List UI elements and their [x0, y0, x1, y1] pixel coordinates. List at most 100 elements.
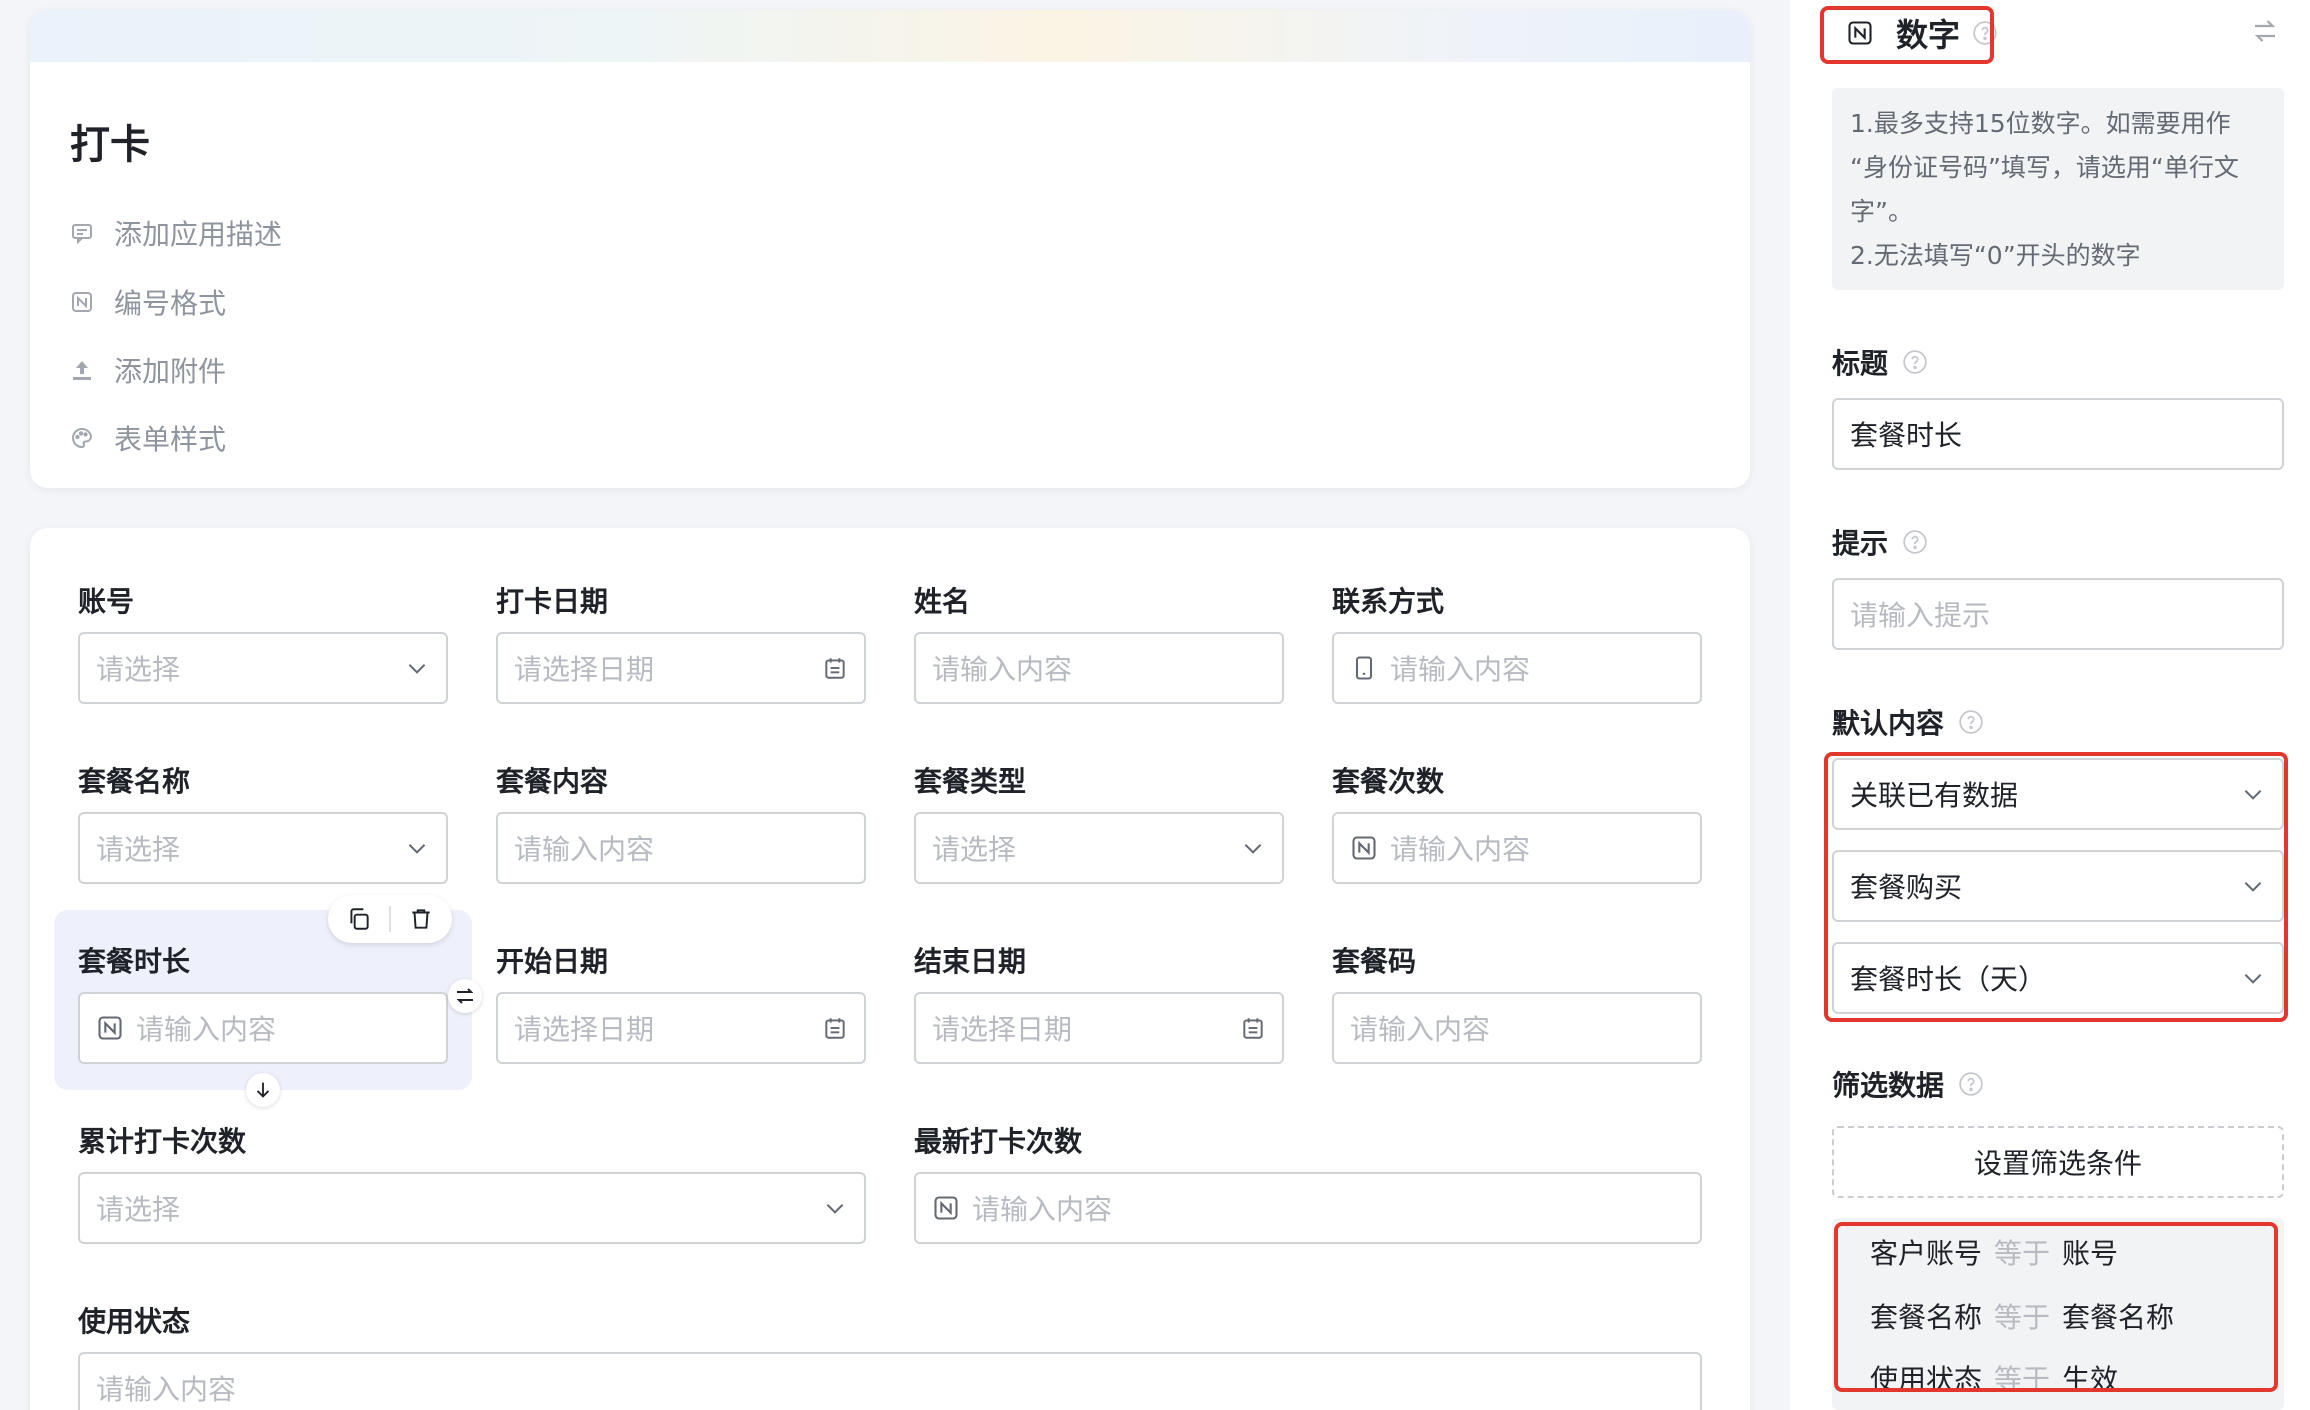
field-label: 套餐码 [1332, 945, 1417, 978]
field-label: 账号 [78, 585, 135, 618]
package-count-input[interactable]: 请输入内容 [1332, 812, 1702, 884]
field-label: 结束日期 [914, 945, 1027, 978]
package-name-select[interactable]: 请选择 [78, 812, 448, 884]
package-content-input[interactable]: 请输入内容 [496, 812, 866, 884]
package-code-input[interactable]: 请输入内容 [1332, 992, 1702, 1064]
hint-placeholder: 请输入提示 [1850, 599, 1991, 632]
placeholder: 请输入内容 [136, 1013, 277, 1046]
field-package-code[interactable]: 套餐码 请输入内容 [1332, 940, 1702, 1064]
chevron-down-icon [826, 1204, 844, 1214]
placeholder: 请选择 [96, 653, 181, 686]
field-contact[interactable]: 联系方式 请输入内容 [1332, 580, 1702, 704]
set-filter-button[interactable]: 设置筛选条件 [1832, 1126, 2284, 1198]
comment-icon [70, 221, 94, 245]
form-style-label: 表单样式 [114, 423, 227, 456]
title-input[interactable]: 套餐时长 [1832, 398, 2284, 470]
field-label: 套餐内容 [496, 765, 609, 798]
app-header-card: 打卡 添加应用描述 编号格式 添加附件 表单样式 [30, 10, 1750, 488]
account-select[interactable]: 请选择 [78, 632, 448, 704]
upload-icon [70, 358, 94, 382]
description-line: 1.最多支持15位数字。如需要用作 [1850, 109, 2231, 138]
placeholder: 请输入内容 [96, 1373, 237, 1406]
field-account[interactable]: 账号 请选择 [78, 580, 448, 704]
help-icon[interactable] [1958, 1071, 1984, 1097]
filter-label-text: 筛选数据 [1832, 1069, 1945, 1102]
field-start-date[interactable]: 开始日期 请选择日期 [496, 940, 866, 1064]
app-title[interactable]: 打卡 [70, 112, 150, 170]
package-type-select[interactable]: 请选择 [914, 812, 1284, 884]
help-icon[interactable] [1958, 709, 1984, 735]
palette-icon [70, 426, 94, 450]
field-name[interactable]: 姓名 请输入内容 [914, 580, 1284, 704]
field-label: 使用状态 [78, 1305, 191, 1338]
field-package-content[interactable]: 套餐内容 请输入内容 [496, 760, 866, 884]
swap-icon [456, 988, 474, 1004]
field-package-name[interactable]: 套餐名称 请选择 [78, 760, 448, 884]
field-end-date[interactable]: 结束日期 请选择日期 [914, 940, 1284, 1064]
add-attachment-label: 添加附件 [114, 355, 227, 388]
swap-width-handle[interactable] [448, 979, 482, 1013]
field-usage-status[interactable]: 使用状态 请输入内容 [78, 1300, 1702, 1410]
placeholder: 请输入内容 [514, 833, 655, 866]
description-line: 2.无法填写“0”开头的数字 [1850, 241, 2141, 270]
default-section-label: 默认内容 [1832, 702, 1984, 742]
add-attachment-link[interactable]: 添加附件 [70, 350, 226, 390]
field-package-type[interactable]: 套餐类型 请选择 [914, 760, 1284, 884]
hint-input[interactable]: 请输入提示 [1832, 578, 2284, 650]
help-icon[interactable] [1902, 529, 1928, 555]
description-line: “身份证号码”填写，请选用“单行文 [1850, 153, 2239, 182]
placeholder: 请选择 [96, 833, 181, 866]
latest-checkins-input[interactable]: 请输入内容 [914, 1172, 1702, 1244]
start-date-picker[interactable]: 请选择日期 [496, 992, 866, 1064]
resize-down-handle[interactable] [246, 1073, 280, 1107]
placeholder: 请输入内容 [1390, 653, 1531, 686]
switch-type-icon[interactable] [2250, 16, 2280, 46]
package-duration-input[interactable]: 请输入内容 [78, 992, 448, 1064]
title-label-text: 标题 [1832, 347, 1889, 380]
usage-status-input[interactable]: 请输入内容 [78, 1352, 1702, 1410]
field-label: 套餐时长 [78, 945, 191, 978]
field-type-description: 1.最多支持15位数字。如需要用作 “身份证号码”填写，请选用“单行文 字”。 … [1832, 88, 2284, 290]
field-label: 套餐次数 [1332, 765, 1445, 798]
field-checkin-date[interactable]: 打卡日期 请选择日期 [496, 580, 866, 704]
copy-icon[interactable] [346, 906, 372, 932]
field-package-count[interactable]: 套餐次数 请输入内容 [1332, 760, 1702, 884]
filter-section-label: 筛选数据 [1832, 1064, 1984, 1104]
field-label: 最新打卡次数 [914, 1125, 1083, 1158]
delete-icon[interactable] [408, 906, 434, 932]
phone-icon [1355, 656, 1373, 680]
placeholder: 请输入内容 [972, 1193, 1113, 1226]
default-label-text: 默认内容 [1832, 707, 1945, 740]
end-date-picker[interactable]: 请选择日期 [914, 992, 1284, 1064]
calendar-icon [1243, 1018, 1263, 1039]
placeholder: 请输入内容 [1350, 1013, 1491, 1046]
form-canvas: 账号 请选择 打卡日期 请选择日期 姓名 请输入内容 联系方式 请输入内容 套餐… [30, 528, 1750, 1410]
number-icon [1352, 836, 1376, 860]
field-properties-panel: 数字 1.最多支持15位数字。如需要用作 “身份证号码”填写，请选用“单行文 字… [1790, 0, 2310, 1410]
field-total-checkins[interactable]: 累计打卡次数 请选择 [78, 1120, 866, 1244]
conditions-highlight-box [1834, 1222, 2278, 1392]
add-description-label: 添加应用描述 [114, 218, 283, 251]
field-label: 套餐名称 [78, 765, 191, 798]
calendar-icon [825, 658, 845, 679]
field-label: 累计打卡次数 [78, 1125, 247, 1158]
number-icon [98, 1016, 122, 1040]
total-checkins-select[interactable]: 请选择 [78, 1172, 866, 1244]
placeholder: 请选择日期 [932, 1013, 1073, 1046]
chevron-down-icon [1244, 844, 1262, 854]
add-description-link[interactable]: 添加应用描述 [70, 213, 282, 253]
contact-input[interactable]: 请输入内容 [1332, 632, 1702, 704]
field-latest-checkins[interactable]: 最新打卡次数 请输入内容 [914, 1120, 1702, 1244]
description-line: 字”。 [1850, 197, 1913, 226]
arrow-down-icon [256, 1082, 270, 1098]
field-toolbar [328, 895, 452, 943]
name-input[interactable]: 请输入内容 [914, 632, 1284, 704]
title-value: 套餐时长 [1850, 419, 1963, 452]
hint-label-text: 提示 [1832, 527, 1889, 560]
checkin-date-picker[interactable]: 请选择日期 [496, 632, 866, 704]
help-icon[interactable] [1902, 349, 1928, 375]
placeholder: 请选择日期 [514, 1013, 655, 1046]
number-format-link[interactable]: 编号格式 [70, 282, 226, 322]
field-package-duration[interactable]: 套餐时长 请输入内容 [78, 940, 448, 1064]
form-style-link[interactable]: 表单样式 [70, 418, 226, 458]
